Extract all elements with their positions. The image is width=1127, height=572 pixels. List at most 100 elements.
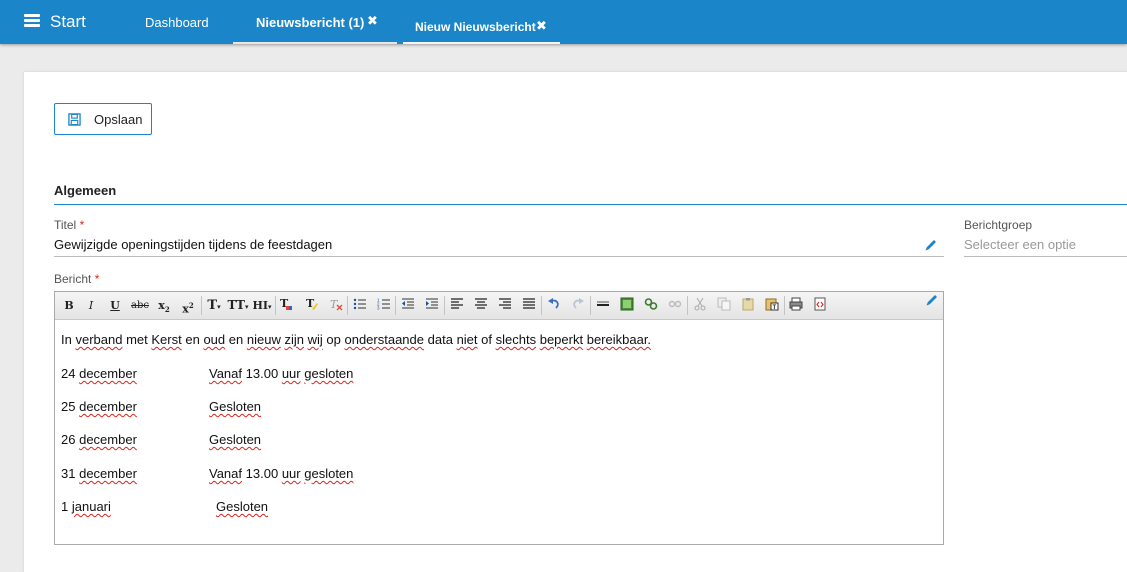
word: of [481, 332, 492, 347]
clear-format-icon[interactable]: T [329, 297, 343, 311]
bullet-list-icon[interactable] [353, 297, 367, 311]
horizontal-rule-icon[interactable] [596, 297, 610, 311]
word: Gesloten [209, 432, 262, 447]
rich-text-editor[interactable]: B I U abc x2 x2 T▾ TT▾ HI▾ T T T 123 T I… [54, 291, 944, 545]
paste-text-icon[interactable]: T [765, 297, 779, 311]
tab-dashboard[interactable]: Dashboard [130, 0, 224, 44]
undo-icon[interactable] [547, 297, 561, 311]
tab-label: Dashboard [145, 15, 209, 30]
word: 13.00 [245, 366, 279, 381]
word: In [61, 332, 72, 347]
font-family-button[interactable]: TT▾ [227, 296, 249, 315]
berichtgroep-underline [964, 256, 1127, 257]
toolbar-separator [541, 296, 542, 315]
word: wij [307, 332, 323, 347]
word: niet [456, 332, 478, 347]
date-month: december [79, 466, 137, 481]
align-justify-icon[interactable] [522, 297, 536, 311]
pencil-icon[interactable] [924, 238, 938, 252]
close-icon[interactable]: ✖ [367, 13, 378, 29]
subscript-button[interactable]: x2 [157, 296, 171, 315]
date-row: 1 januari [61, 499, 111, 514]
word: uur [281, 466, 301, 481]
word: Vanaf [209, 466, 243, 481]
redo-icon[interactable] [571, 297, 585, 311]
word: gesloten [304, 466, 354, 481]
word: bereikbaar. [586, 332, 652, 347]
word: uur [281, 366, 301, 381]
tab-label: Nieuw Nieuwsbericht [415, 20, 536, 34]
bericht-label-text: Bericht [54, 272, 92, 286]
toolbar-separator [444, 296, 445, 315]
indent-icon[interactable] [425, 297, 439, 311]
app-title[interactable]: Start [50, 12, 86, 32]
word: zijn [284, 332, 304, 347]
berichtgroep-select[interactable]: Selecteer een optie [964, 237, 1076, 252]
date-month: december [79, 366, 137, 381]
save-button-label: Opslaan [94, 112, 143, 127]
bericht-label: Bericht * [54, 272, 99, 286]
word: verband [75, 332, 123, 347]
bold-button[interactable]: B [63, 296, 75, 315]
cut-icon[interactable] [693, 297, 707, 311]
editor-toolbar: B I U abc x2 x2 T▾ TT▾ HI▾ T T T 123 T [55, 292, 943, 320]
date-month: december [79, 432, 137, 447]
titel-label-text: Titel [54, 218, 77, 232]
numbered-list-icon[interactable]: 123 [377, 297, 391, 311]
font-size-button[interactable]: T▾ [205, 296, 223, 315]
underline-button[interactable]: U [109, 296, 121, 315]
date-day: 24 [61, 366, 76, 381]
copy-icon[interactable] [717, 297, 731, 311]
unlink-icon[interactable] [668, 297, 682, 311]
save-icon [68, 113, 81, 126]
status-text: Gesloten [209, 399, 261, 414]
link-icon[interactable] [644, 297, 658, 311]
pencil-icon[interactable] [925, 293, 939, 307]
date-row: 25 december [61, 399, 137, 414]
status-text: Vanaf 13.00 uur gesloten [209, 366, 353, 381]
svg-text:T: T [773, 305, 777, 311]
strikethrough-button[interactable]: abc [131, 296, 149, 315]
word: Gesloten [216, 499, 269, 514]
word: Kerst [151, 332, 182, 347]
tab-nieuwsbericht-1[interactable]: Nieuwsbericht (1) ✖ [233, 0, 397, 44]
heading-button[interactable]: HI▾ [251, 296, 273, 315]
date-month: december [79, 399, 137, 414]
tab-nieuw-nieuwsbericht[interactable]: Nieuw Nieuwsbericht ✖ [403, 0, 560, 44]
date-row: 31 december [61, 466, 137, 481]
save-button[interactable]: Opslaan [54, 103, 152, 135]
align-right-icon[interactable] [498, 297, 512, 311]
word: met [126, 332, 148, 347]
align-center-icon[interactable] [474, 297, 488, 311]
titel-underline [54, 256, 944, 257]
titel-input[interactable]: Gewijzigde openingstijden tijdens de fee… [54, 237, 332, 252]
word: nieuw [246, 332, 281, 347]
toolbar-separator [347, 296, 348, 315]
font-family-label: TT [227, 298, 245, 312]
text-color-icon[interactable]: T [279, 297, 293, 311]
italic-button[interactable]: I [85, 296, 97, 315]
status-text: Vanaf 13.00 uur gesloten [209, 466, 353, 481]
print-icon[interactable] [789, 297, 803, 311]
titel-label: Titel * [54, 218, 84, 232]
word: en [185, 332, 200, 347]
date-month: januari [71, 499, 111, 514]
font-size-label: T [207, 298, 218, 313]
close-icon[interactable]: ✖ [536, 18, 547, 34]
date-day: 31 [61, 466, 76, 481]
top-bar: Start Dashboard Nieuwsbericht (1) ✖ Nieu… [0, 0, 1127, 44]
highlight-icon[interactable]: T [305, 297, 319, 311]
image-icon[interactable] [620, 297, 634, 311]
word: data [427, 332, 453, 347]
outdent-icon[interactable] [401, 297, 415, 311]
berichtgroep-label: Berichtgroep [964, 218, 1033, 232]
source-code-icon[interactable] [813, 297, 827, 311]
superscript-button[interactable]: x2 [181, 296, 195, 316]
align-left-icon[interactable] [450, 297, 464, 311]
toolbar-separator [275, 296, 276, 315]
paste-icon[interactable] [741, 297, 755, 311]
svg-text:3: 3 [377, 306, 380, 311]
date-day: 1 [61, 499, 69, 514]
menu-icon[interactable] [24, 14, 40, 27]
word: beperkt [539, 332, 584, 347]
